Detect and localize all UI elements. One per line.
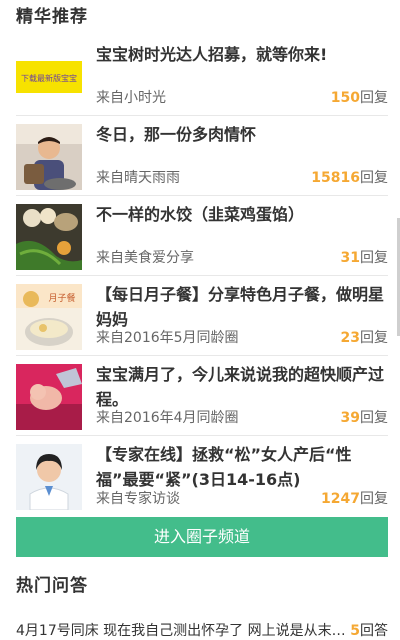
reply-info: 150回复 — [331, 87, 388, 107]
qa-list-item[interactable]: 4月17号同床 现在我自己测出怀孕了 网上说是从末次月经开始算 5回答 — [16, 620, 388, 640]
reply-info: 23回复 — [341, 327, 388, 347]
reply-info: 39回复 — [341, 407, 388, 427]
reply-label: 回复 — [360, 90, 388, 106]
thumbnail-caption: 月子餐 — [48, 292, 75, 304]
reply-count: 150 — [330, 90, 360, 106]
hot-qa-section-title: 热门问答 — [16, 576, 88, 596]
item-source: 来自晴天雨雨 — [96, 170, 180, 186]
feed-item[interactable]: 月子餐 【每日月子餐】分享特色月子餐，做明星妈妈 来自2016年5月同龄圈 23… — [16, 276, 388, 356]
thumbnail-image[interactable] — [16, 204, 82, 270]
reply-count: 23 — [340, 330, 360, 346]
feed-item[interactable]: 下载最新版宝宝 宝宝树时光达人招募，就等你来! 来自小时光 150回复 — [16, 36, 388, 116]
item-title[interactable]: 【专家在线】拯救“松”女人产后“性福”最要“紧”(3日14-16点) — [96, 442, 386, 492]
answer-label: 回答 — [360, 623, 388, 639]
featured-section-title: 精华推荐 — [16, 7, 88, 27]
reply-label: 回复 — [360, 250, 388, 266]
item-title[interactable]: 冬日，那一份多肉情怀 — [96, 122, 386, 147]
thumbnail-image[interactable] — [16, 364, 82, 430]
item-source: 来自小时光 — [96, 90, 166, 106]
item-title[interactable]: 不一样的水饺（韭菜鸡蛋馅） — [96, 202, 386, 227]
thumbnail-image[interactable] — [16, 124, 82, 190]
item-source: 来自专家访谈 — [96, 491, 180, 507]
item-title[interactable]: 宝宝树时光达人招募，就等你来! — [96, 42, 386, 67]
qa-question[interactable]: 4月17号同床 现在我自己测出怀孕了 网上说是从末次月经开始算 — [16, 620, 352, 640]
feed-item[interactable]: 宝宝满月了，今儿来说说我的超快顺产过程。 来自2016年4月同龄圈 39回复 — [16, 356, 388, 436]
item-source: 来自2016年5月同龄圈 — [96, 330, 239, 346]
reply-info: 31回复 — [341, 247, 388, 267]
item-source: 来自美食爱分享 — [96, 250, 194, 266]
reply-label: 回复 — [360, 170, 388, 186]
feed-item[interactable]: 冬日，那一份多肉情怀 来自晴天雨雨 15816回复 — [16, 116, 388, 196]
item-title[interactable]: 【每日月子餐】分享特色月子餐，做明星妈妈 — [96, 282, 386, 332]
reply-count: 15816 — [311, 170, 360, 186]
reply-label: 回复 — [360, 410, 388, 426]
reply-count: 31 — [340, 250, 360, 266]
reply-label: 回复 — [360, 491, 388, 507]
reply-info: 15816回复 — [311, 167, 388, 187]
thumbnail-image[interactable]: 月子餐 — [16, 284, 82, 350]
thumbnail-caption: 下载最新版宝宝 — [21, 73, 77, 83]
thumbnail-image[interactable] — [16, 444, 82, 510]
reply-label: 回复 — [360, 330, 388, 346]
reply-count: 1247 — [321, 491, 360, 507]
item-title[interactable]: 宝宝满月了，今儿来说说我的超快顺产过程。 — [96, 362, 386, 412]
enter-circle-channel-button[interactable]: 进入圈子频道 — [16, 517, 388, 557]
item-source: 来自2016年4月同龄圈 — [96, 410, 239, 426]
answer-info: 5回答 — [350, 620, 388, 640]
thumbnail-image[interactable]: 下载最新版宝宝 — [16, 44, 82, 110]
answer-count: 5 — [350, 623, 360, 639]
feed-item[interactable]: 不一样的水饺（韭菜鸡蛋馅） 来自美食爱分享 31回复 — [16, 196, 388, 276]
reply-count: 39 — [340, 410, 360, 426]
feed-item[interactable]: 【专家在线】拯救“松”女人产后“性福”最要“紧”(3日14-16点) 来自专家访… — [16, 436, 388, 516]
reply-info: 1247回复 — [321, 488, 388, 508]
featured-feed: 下载最新版宝宝 宝宝树时光达人招募，就等你来! 来自小时光 150回复 冬日，那… — [16, 36, 388, 516]
